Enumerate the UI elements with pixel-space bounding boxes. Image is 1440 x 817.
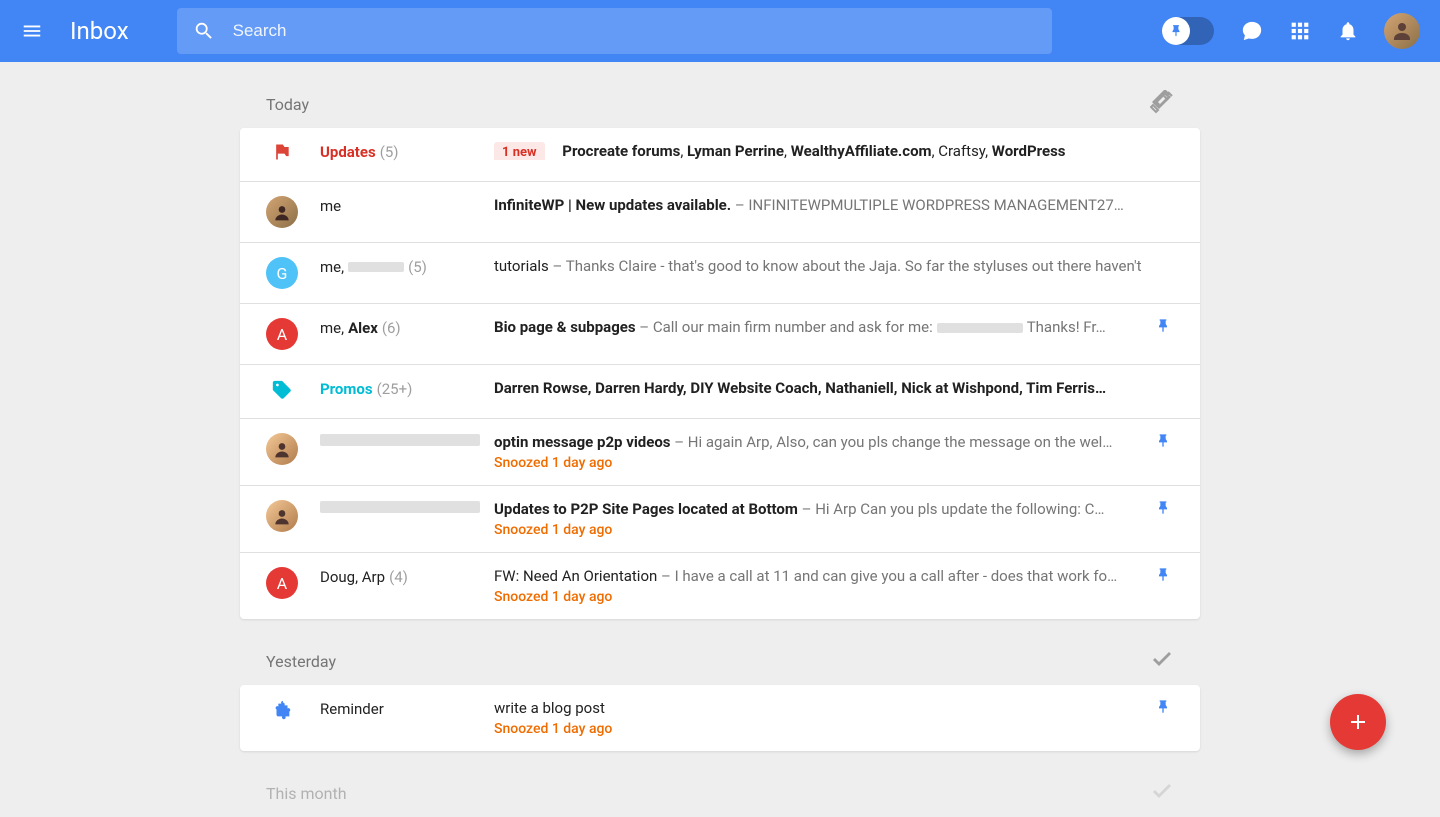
reminder-text: write a blog post — [494, 699, 605, 717]
toggle-knob — [1162, 17, 1190, 45]
pinned-toggle[interactable] — [1162, 17, 1214, 45]
email-row[interactable]: G me, (5) tutorials – Thanks Claire - th… — [240, 243, 1200, 304]
reminder-row[interactable]: Reminder write a blog post Snoozed 1 day… — [240, 685, 1200, 751]
email-row[interactable]: A Doug, Arp (4) FW: Need An Orientation … — [240, 553, 1200, 619]
bundle-updates[interactable]: Updates (5) 1 new Procreate forums, Lyma… — [240, 128, 1200, 182]
avatar-face-icon — [272, 202, 292, 222]
menu-button[interactable] — [8, 7, 56, 55]
bundle-name: Updates — [320, 143, 376, 161]
avatar — [266, 500, 298, 532]
app-title: Inbox — [70, 17, 129, 45]
account-avatar[interactable] — [1384, 13, 1420, 49]
plus-icon — [1346, 710, 1370, 734]
reminder-label: Reminder — [320, 700, 384, 718]
pin-indicator[interactable] — [1150, 318, 1176, 334]
chat-icon[interactable] — [1240, 19, 1264, 43]
sweep-button[interactable] — [1150, 90, 1174, 118]
avatar: A — [266, 567, 298, 599]
pin-icon — [1155, 318, 1171, 334]
preview: – INFINITEWPMULTIPLE WORDPRESS MANAGEMEN… — [731, 196, 1124, 214]
search-bar[interactable] — [177, 8, 1052, 54]
header: Inbox — [0, 0, 1440, 62]
pin-indicator[interactable] — [1150, 567, 1176, 583]
sender-a: me, — [320, 319, 344, 337]
hamburger-icon — [21, 20, 43, 42]
redacted-sender — [320, 501, 480, 513]
section-label: Yesterday — [266, 652, 336, 671]
section-header-yesterday: Yesterday — [240, 639, 1200, 685]
snoozed-label: Snoozed 1 day ago — [494, 589, 1150, 605]
preview-b: Thanks! Fr… — [1027, 318, 1106, 336]
email-row[interactable]: A me, Alex (6) Bio page & subpages – Cal… — [240, 304, 1200, 365]
bundle-senders: Procreate forums, Lyman Perrine, Wealthy… — [562, 142, 1065, 160]
today-card: Updates (5) 1 new Procreate forums, Lyma… — [240, 128, 1200, 619]
flag-icon — [272, 142, 292, 162]
section-label: This month — [266, 784, 347, 803]
snoozed-label: Snoozed 1 day ago — [494, 522, 1150, 538]
preview: – Thanks Claire - that's good to know ab… — [549, 257, 1142, 275]
subject: optin message p2p videos — [494, 433, 671, 451]
sender: Doug, Arp — [320, 568, 385, 586]
sender-prefix: me, — [320, 258, 344, 276]
pin-indicator[interactable] — [1150, 433, 1176, 449]
header-icons — [1240, 13, 1420, 49]
email-row[interactable]: optin message p2p videos – Hi again Arp,… — [240, 419, 1200, 486]
avatar — [266, 196, 298, 228]
bundle-count: (5) — [380, 143, 399, 161]
avatar-face-icon — [1390, 19, 1414, 43]
sweep-button[interactable] — [1150, 779, 1174, 807]
subject: FW: Need An Orientation — [494, 567, 657, 585]
preview-a: – Call our main firm number and ask for … — [636, 318, 933, 336]
section-label: Today — [266, 95, 309, 114]
redacted-text — [937, 323, 1023, 333]
email-row[interactable]: me InfiniteWP | New updates available. –… — [240, 182, 1200, 243]
thread-count: (6) — [382, 319, 401, 337]
pin-icon — [1155, 567, 1171, 583]
sender-b: Alex — [348, 319, 378, 337]
bundle-count: (25+) — [377, 380, 413, 398]
snoozed-label: Snoozed 1 day ago — [494, 455, 1150, 471]
avatar: A — [266, 318, 298, 350]
apps-icon[interactable] — [1288, 19, 1312, 43]
content: Today Updates (5) 1 new Procreate forums… — [240, 62, 1200, 817]
pin-icon — [1155, 699, 1171, 715]
pin-indicator[interactable] — [1150, 500, 1176, 516]
email-row[interactable]: Updates to P2P Site Pages located at Bot… — [240, 486, 1200, 553]
subject: InfiniteWP | New updates available. — [494, 196, 731, 214]
preview: – Hi Arp Can you pls update the followin… — [798, 500, 1105, 518]
subject: Updates to P2P Site Pages located at Bot… — [494, 500, 798, 518]
avatar-face-icon — [272, 439, 292, 459]
section-header-today: Today — [240, 82, 1200, 128]
tag-icon — [271, 379, 293, 401]
sender: me — [320, 197, 341, 215]
snoozed-label: Snoozed 1 day ago — [494, 721, 1150, 737]
pin-indicator[interactable] — [1150, 699, 1176, 715]
subject: Bio page & subpages — [494, 318, 636, 336]
thread-count: (4) — [389, 568, 408, 586]
pin-icon — [1169, 24, 1183, 38]
redacted-sender — [320, 434, 480, 446]
thread-count: (5) — [408, 258, 427, 276]
subject: tutorials — [494, 257, 549, 275]
search-input[interactable] — [231, 20, 1036, 42]
sweep-button[interactable] — [1150, 647, 1174, 675]
bundle-promos[interactable]: Promos (25+) Darren Rowse, Darren Hardy,… — [240, 365, 1200, 419]
avatar-face-icon — [272, 506, 292, 526]
search-icon — [193, 20, 215, 42]
reminder-icon — [271, 699, 293, 721]
bundle-senders: Darren Rowse, Darren Hardy, DIY Website … — [494, 379, 1106, 397]
avatar — [266, 433, 298, 465]
bundle-name: Promos — [320, 380, 373, 398]
preview: – Hi again Arp, Also, can you pls change… — [671, 433, 1113, 451]
pin-icon — [1155, 433, 1171, 449]
compose-fab[interactable] — [1330, 694, 1386, 750]
new-badge: 1 new — [494, 142, 545, 160]
pin-icon — [1155, 500, 1171, 516]
redacted-name — [348, 262, 404, 272]
preview: – I have a call at 11 and can give you a… — [657, 567, 1117, 585]
yesterday-card: Reminder write a blog post Snoozed 1 day… — [240, 685, 1200, 751]
avatar: G — [266, 257, 298, 289]
notifications-icon[interactable] — [1336, 19, 1360, 43]
